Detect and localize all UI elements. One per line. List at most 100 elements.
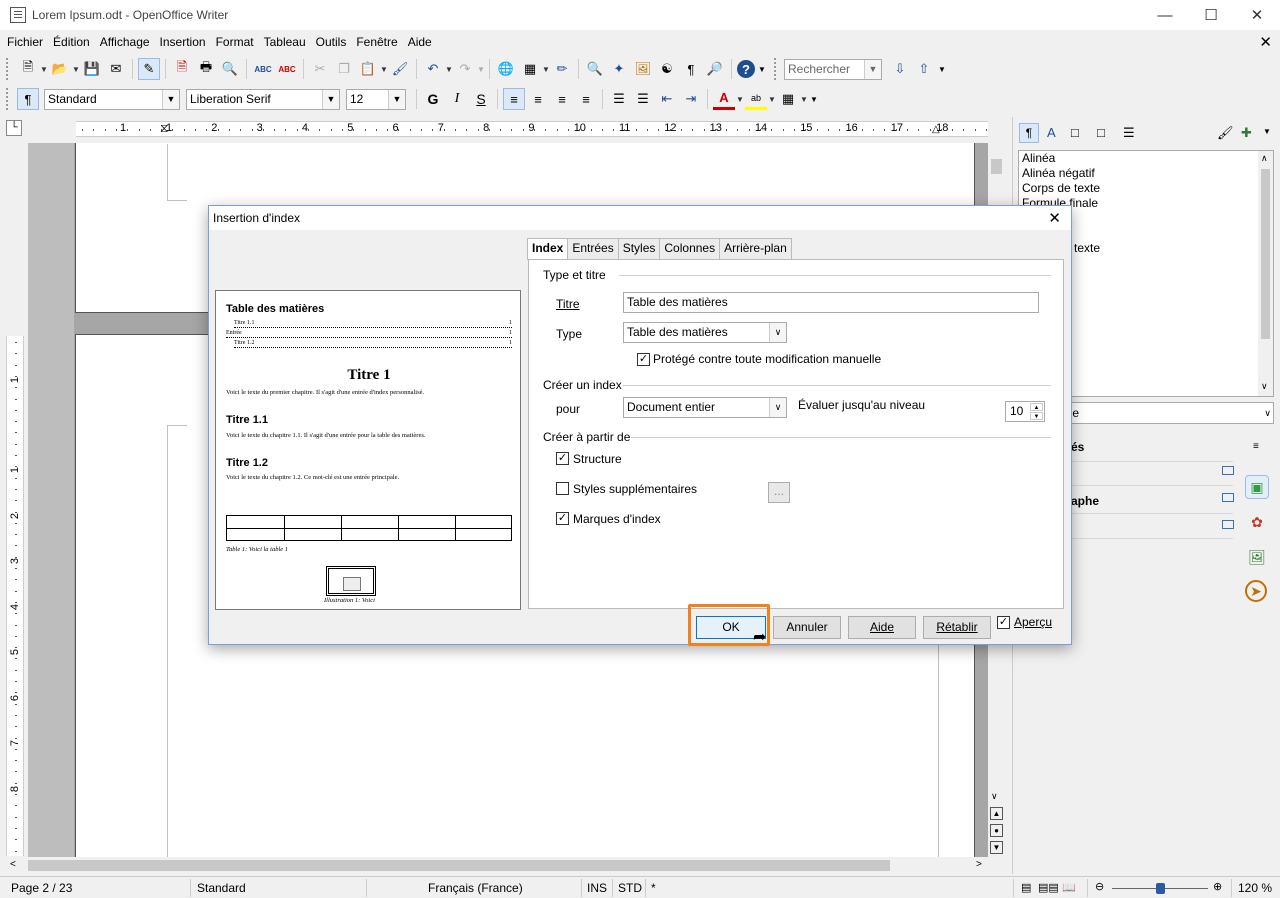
frame-styles-icon[interactable]: □	[1071, 125, 1079, 140]
scroll-down-icon[interactable]: ∨	[1261, 381, 1268, 392]
style-item[interactable]: Corps de texte	[1019, 181, 1273, 196]
compass-icon[interactable]: ➤	[1245, 580, 1267, 602]
font-color-icon[interactable]: A	[713, 88, 735, 110]
underline-icon[interactable]: S	[470, 88, 492, 110]
bold-icon[interactable]: G	[422, 88, 444, 110]
menu-affichage[interactable]: Affichage	[96, 35, 154, 49]
zoom-slider-thumb[interactable]	[1156, 883, 1165, 894]
menu-insertion[interactable]: Insertion	[156, 35, 210, 49]
spin-down-icon[interactable]: ▼	[1030, 412, 1043, 420]
increase-indent-icon[interactable]: ⇥	[680, 88, 702, 110]
redo-dropdown-icon[interactable]: ▼	[477, 65, 485, 74]
spin-up-icon[interactable]: ▲	[1030, 403, 1043, 411]
decrease-indent-icon[interactable]: ⇤	[656, 88, 678, 110]
find-next-icon[interactable]: ⇩	[889, 58, 911, 80]
save-icon[interactable]: 💾	[81, 58, 103, 80]
search-input[interactable]: Rechercher ▼	[784, 58, 882, 80]
tab-index[interactable]: Index	[527, 238, 569, 260]
hyperlink-icon[interactable]: 🌐	[495, 58, 517, 80]
more-options-icon[interactable]	[1222, 493, 1234, 502]
scroll-thumb[interactable]	[28, 860, 890, 871]
search-dropdown-icon[interactable]: ▼	[864, 59, 881, 79]
gallery-deck-icon[interactable]: ✿	[1245, 510, 1269, 534]
book-view-icon[interactable]: 📖	[1062, 881, 1076, 894]
font-size-select[interactable]: 12 ▼	[346, 88, 406, 110]
export-pdf-icon[interactable]: 🗎	[171, 58, 193, 80]
scroll-right-icon[interactable]: >	[976, 859, 982, 870]
scroll-up-icon[interactable]: ∧	[1261, 153, 1268, 164]
style-list-scrollbar[interactable]: ∧ ∨	[1258, 151, 1273, 396]
tab-colonnes[interactable]: Colonnes	[659, 238, 721, 259]
menu-fichier[interactable]: Fichier	[3, 35, 47, 49]
new-document-icon[interactable]: 🗎	[17, 58, 39, 80]
horizontal-scrollbar[interactable]: < >	[10, 857, 988, 874]
menu-aide[interactable]: Aide	[404, 35, 436, 49]
maximize-button[interactable]: ☐	[1188, 0, 1234, 30]
styles-formatting-icon[interactable]: ¶	[17, 88, 39, 110]
sidebar-menu-icon[interactable]: ≡	[1253, 441, 1259, 452]
toolbar-grip[interactable]	[6, 58, 10, 80]
chevron-down-icon[interactable]: ▼	[162, 89, 179, 109]
page-indicator[interactable]: Page 2 / 23	[11, 881, 72, 895]
more-options-icon[interactable]	[1222, 520, 1234, 529]
zoom-out-icon[interactable]: ⊖	[1095, 880, 1104, 893]
structure-checkbox[interactable]: ✓	[556, 452, 569, 465]
find-toolbar-overflow-icon[interactable]: ▼	[937, 58, 947, 80]
paragraph-styles-icon[interactable]: ¶	[1019, 123, 1039, 143]
table-icon[interactable]: ▦	[519, 58, 541, 80]
cancel-button[interactable]: Annuler	[773, 616, 841, 639]
insert-mode-indicator[interactable]: INS	[587, 881, 607, 895]
data-sources-icon[interactable]: ☯	[656, 58, 678, 80]
scroll-thumb[interactable]	[991, 159, 1002, 174]
highlight-dropdown-icon[interactable]: ▼	[768, 95, 776, 104]
style-actions-dropdown-icon[interactable]: ▼	[1263, 127, 1271, 136]
open-icon[interactable]: 📂	[49, 58, 71, 80]
protected-checkbox[interactable]: ✓	[637, 353, 650, 366]
gallery-icon[interactable]: 🖼	[632, 58, 654, 80]
paste-dropdown-icon[interactable]: ▼	[380, 65, 388, 74]
page-styles-icon[interactable]: □	[1097, 125, 1105, 140]
undo-icon[interactable]: ↶	[422, 58, 444, 80]
redo-icon[interactable]: ↷	[454, 58, 476, 80]
styles-deck-icon[interactable]: ▣	[1245, 475, 1269, 499]
dialog-close-icon[interactable]: ✕	[1048, 209, 1061, 227]
spellcheck-icon[interactable]: ABC	[252, 58, 274, 80]
edit-mode-icon[interactable]: ✎	[138, 58, 160, 80]
type-select[interactable]: Table des matières ∨	[623, 322, 787, 343]
zoom-icon[interactable]: 🔎	[704, 58, 726, 80]
toolbar-grip[interactable]	[6, 88, 10, 110]
new-style-icon[interactable]: ✚	[1241, 125, 1252, 141]
language-indicator[interactable]: Français (France)	[428, 881, 523, 895]
format-paintbrush-icon[interactable]: 🖌	[389, 58, 411, 80]
zoom-in-icon[interactable]: ⊕	[1213, 880, 1222, 893]
tab-arriere-plan[interactable]: Arrière-plan	[719, 238, 792, 259]
chevron-down-icon[interactable]: ∨	[769, 323, 786, 342]
style-item[interactable]: Alinéa	[1019, 151, 1273, 166]
background-color-icon[interactable]: ▦	[777, 88, 799, 110]
indent-marker-icon[interactable]: ⧖	[160, 121, 168, 136]
vertical-ruler[interactable]: 1 1 2 3 4 5 6 7 8	[6, 336, 24, 856]
navigator-deck-icon[interactable]: 🖼	[1245, 545, 1269, 569]
toolbar-overflow-icon[interactable]: ▼	[757, 58, 767, 80]
additional-styles-checkbox[interactable]	[556, 482, 569, 495]
fill-format-icon[interactable]: 🖌	[1217, 125, 1234, 141]
menu-edition[interactable]: Édition	[49, 35, 94, 49]
paragraph-style-select[interactable]: Standard ▼	[44, 88, 180, 110]
font-color-dropdown-icon[interactable]: ▼	[736, 95, 744, 104]
formatting-marks-icon[interactable]: ¶	[680, 58, 702, 80]
find-toolbar-grip[interactable]	[774, 58, 778, 80]
paste-icon[interactable]: 📋	[357, 58, 379, 80]
more-options-icon[interactable]	[1222, 466, 1234, 475]
open-dropdown-icon[interactable]: ▼	[72, 65, 80, 74]
right-indent-marker-icon[interactable]: △	[932, 124, 940, 135]
chevron-down-icon[interactable]: ∨	[1264, 403, 1271, 423]
font-name-select[interactable]: Liberation Serif ▼	[186, 88, 340, 110]
undo-dropdown-icon[interactable]: ▼	[445, 65, 453, 74]
level-spinbox[interactable]: 10 ▲ ▼	[1005, 401, 1045, 422]
list-styles-icon[interactable]: ☰	[1123, 125, 1135, 141]
chevron-down-icon[interactable]: ▼	[322, 89, 339, 109]
draw-functions-icon[interactable]: ✏	[551, 58, 573, 80]
find-previous-icon[interactable]: ⇧	[913, 58, 935, 80]
menu-format[interactable]: Format	[212, 35, 258, 49]
email-icon[interactable]: ✉	[105, 58, 127, 80]
